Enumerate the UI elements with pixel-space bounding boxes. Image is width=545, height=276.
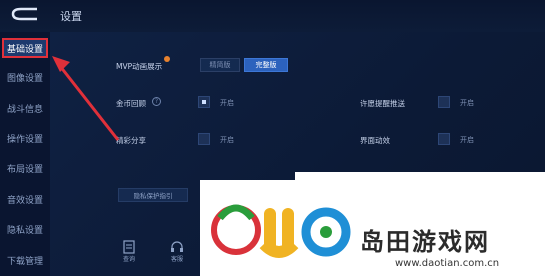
watermark-url: www.daotian.com.cn: [395, 258, 500, 269]
site-logo: [211, 204, 351, 258]
watermark-site-name: 岛田游戏网: [360, 227, 490, 256]
